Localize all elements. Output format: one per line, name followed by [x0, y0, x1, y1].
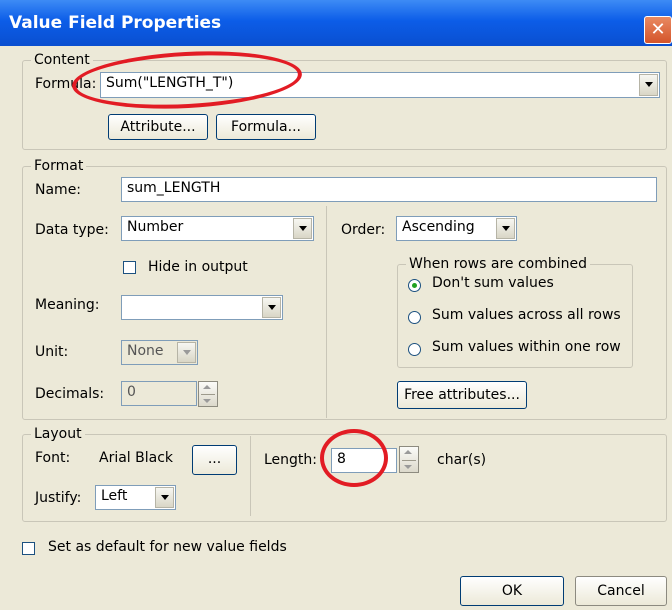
combine-legend: When rows are combined	[409, 256, 588, 272]
radio-sum-within-row-label: Sum values within one row	[432, 339, 621, 355]
meaning-label: Meaning:	[35, 297, 100, 313]
decimals-input[interactable]: 0	[121, 381, 197, 406]
chevron-up-icon[interactable]	[203, 385, 211, 389]
chevron-down-icon[interactable]	[155, 487, 174, 508]
layout-legend: Layout	[34, 426, 82, 442]
data-type-dropdown[interactable]: Number	[121, 216, 314, 241]
justify-dropdown[interactable]: Left	[95, 485, 176, 510]
dialog-title: Value Field Properties	[9, 13, 222, 33]
unit-value: None	[127, 343, 164, 359]
vertical-divider	[326, 206, 327, 418]
value-field-properties-dialog: Value Field Properties ✕ Content Formula…	[0, 0, 672, 610]
chevron-down-icon[interactable]	[293, 218, 312, 239]
chevron-up-icon[interactable]	[404, 450, 412, 454]
justify-value: Left	[101, 488, 128, 504]
length-unit: char(s)	[437, 452, 487, 468]
content-legend: Content	[34, 52, 90, 68]
title-bar[interactable]: Value Field Properties ✕	[0, 0, 672, 46]
chevron-down-icon[interactable]	[639, 74, 658, 96]
attribute-button[interactable]: Attribute...	[108, 114, 208, 140]
font-value: Arial Black	[99, 450, 174, 466]
close-button[interactable]: ✕	[644, 16, 672, 44]
radio-sum-within-row[interactable]	[408, 343, 421, 356]
formula-label: Formula:	[35, 76, 97, 92]
radio-dont-sum[interactable]	[408, 279, 421, 292]
default-checkbox-label: Set as default for new value fields	[48, 539, 287, 555]
layout-divider	[250, 436, 251, 516]
font-label: Font:	[35, 450, 71, 466]
unit-dropdown[interactable]: None	[121, 340, 198, 365]
unit-label: Unit:	[35, 344, 69, 360]
spinner-divider	[402, 459, 416, 461]
formula-dropdown[interactable]: Sum("LENGTH_T")	[100, 72, 660, 98]
chevron-down-icon[interactable]	[177, 342, 196, 363]
free-attributes-button[interactable]: Free attributes...	[397, 381, 527, 409]
formula-button[interactable]: Formula...	[216, 114, 316, 140]
order-label: Order:	[341, 222, 386, 238]
ok-button[interactable]: OK	[460, 576, 564, 606]
order-dropdown[interactable]: Ascending	[396, 216, 517, 241]
chevron-down-icon[interactable]	[203, 399, 211, 403]
default-checkbox[interactable]	[22, 542, 35, 555]
length-value: 8	[337, 451, 346, 467]
decimals-value: 0	[127, 384, 136, 400]
close-icon: ✕	[650, 19, 666, 40]
hide-in-output-checkbox[interactable]	[123, 261, 136, 274]
name-input[interactable]: sum_LENGTH	[121, 177, 657, 202]
formula-value: Sum("LENGTH_T")	[106, 75, 234, 91]
spinner-divider	[201, 394, 215, 395]
radio-sum-across-rows-label: Sum values across all rows	[432, 307, 621, 323]
meaning-dropdown[interactable]	[121, 295, 283, 320]
justify-label: Justify:	[35, 490, 82, 506]
length-label: Length:	[264, 452, 318, 468]
format-legend: Format	[34, 158, 84, 174]
radio-sum-across-rows[interactable]	[408, 311, 421, 324]
data-type-value: Number	[127, 219, 184, 235]
radio-dont-sum-label: Don't sum values	[432, 275, 554, 291]
data-type-label: Data type:	[35, 222, 109, 238]
name-label: Name:	[35, 182, 82, 198]
length-spinner[interactable]	[399, 446, 419, 473]
decimals-label: Decimals:	[35, 386, 105, 402]
length-input[interactable]: 8	[331, 448, 397, 473]
chevron-down-icon[interactable]	[496, 218, 515, 239]
order-value: Ascending	[402, 219, 475, 235]
decimals-spinner[interactable]	[198, 381, 218, 407]
name-value: sum_LENGTH	[127, 180, 221, 196]
chevron-down-icon[interactable]	[404, 465, 412, 469]
chevron-down-icon[interactable]	[262, 297, 281, 318]
cancel-button[interactable]: Cancel	[575, 576, 667, 606]
hide-in-output-label: Hide in output	[148, 259, 248, 275]
font-picker-button[interactable]: ...	[192, 445, 237, 475]
